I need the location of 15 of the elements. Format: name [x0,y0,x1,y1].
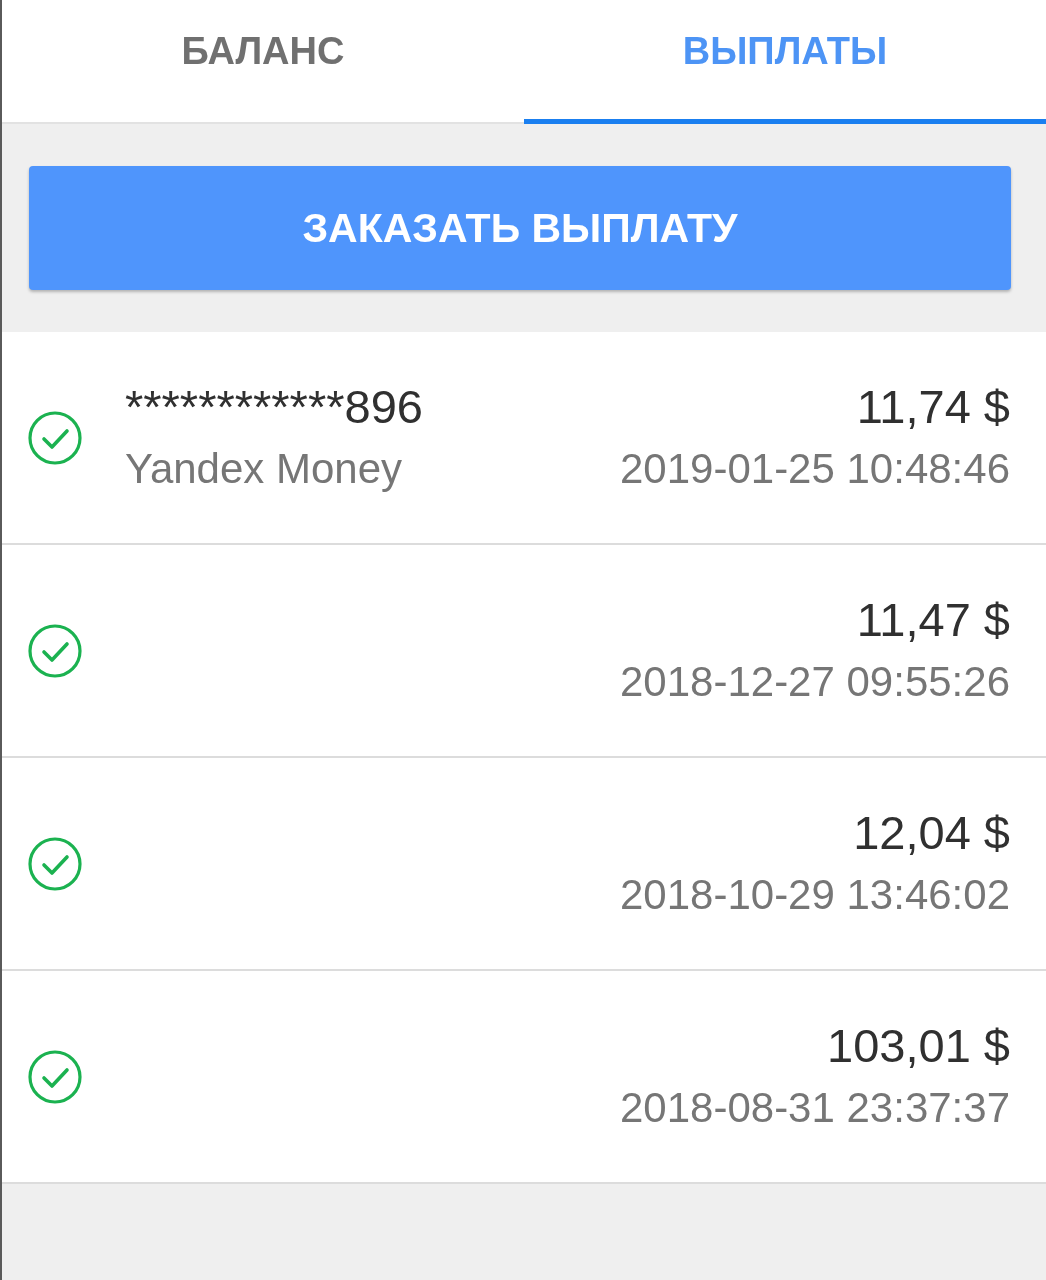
payout-row[interactable]: 103,01 $ 2018-08-31 23:37:37 [2,971,1046,1184]
payout-datetime: 2018-08-31 23:37:37 [620,1082,1010,1133]
payout-amount: 103,01 $ [827,1017,1010,1074]
tab[interactable]: БАЛАНС [2,0,524,124]
payout-amount: 12,04 $ [853,804,1010,861]
payout-datetime: 2018-12-27 09:55:26 [620,656,1010,707]
payout-amount: 11,74 $ [856,378,1010,435]
payout-datetime: 2018-10-29 13:46:02 [620,869,1010,920]
account-number: ************896 [125,378,424,435]
payout-datetime: 2019-01-25 10:48:46 [620,443,1010,494]
payout-amount: 11,47 $ [856,591,1010,648]
payout-row[interactable]: 12,04 $ 2018-10-29 13:46:02 [2,758,1046,971]
payment-method: Yandex Money [125,443,404,494]
payout-row[interactable]: 11,47 $ 2018-12-27 09:55:26 [2,545,1046,758]
payout-row[interactable]: ************896 Yandex Money 11,74 $ 2019-01-25 10:48:46 [2,332,1046,545]
